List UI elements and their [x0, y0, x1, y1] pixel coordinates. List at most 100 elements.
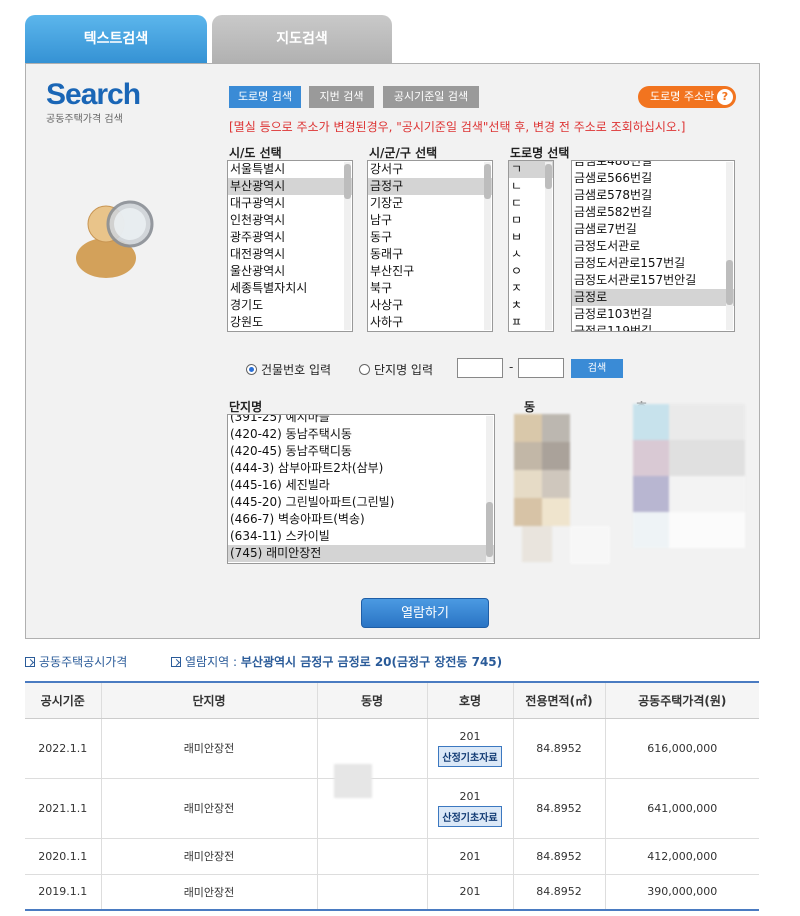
sigungu-scrollbar[interactable] — [484, 162, 491, 330]
tab-text-search[interactable]: 텍스트검색 — [25, 15, 207, 63]
view-button[interactable]: 열람하기 — [361, 598, 489, 628]
date-search-button[interactable]: 공시기준일 검색 — [383, 86, 479, 108]
complex-item[interactable]: (445-16) 세진빌라 — [228, 477, 494, 494]
sigungu-item[interactable]: 강서구 — [368, 161, 492, 178]
sigungu-list[interactable]: 강서구 금정구 기장군 남구 동구 동래구 부산진구 북구 사상구 사하구 — [367, 160, 493, 332]
complex-list[interactable]: (391-25) 예지마을 (420-42) 동남주택시동 (420-45) 동남주… — [227, 414, 495, 564]
road-item[interactable]: 금샘로578번길 — [572, 187, 734, 204]
building-main-number-input[interactable] — [457, 358, 503, 378]
complex-scrollbar[interactable] — [486, 416, 493, 562]
road-name-list[interactable]: 금샘로488번길 금샘로566번길 금샘로578번길 금샘로582번길 금샘로7번길 금정… — [571, 160, 735, 332]
info-label-price: 공동주택공시가격 — [25, 653, 127, 670]
info-region: 열람지역 : 부산광역시 금정구 금정로 20(금정구 장전동 745) — [171, 653, 502, 670]
radio-complex-name[interactable]: 단지명 입력 — [359, 361, 433, 378]
sido-item[interactable]: 부산광역시 — [228, 178, 352, 195]
tab-map-search[interactable]: 지도검색 — [212, 15, 392, 63]
road-item[interactable]: 금정도서관로157번안길 — [572, 272, 734, 289]
road-item[interactable]: 금정로103번길 — [572, 306, 734, 323]
cell-price: 390,000,000 — [604, 874, 759, 911]
basis-data-button[interactable]: 산정기초자료 — [438, 805, 502, 827]
road-item[interactable]: 금정로119번길 — [572, 323, 734, 331]
road-scrollbar[interactable] — [726, 162, 733, 330]
radio-building-no[interactable]: 건물번호 입력 — [246, 361, 331, 378]
road-item[interactable]: 금샘로582번길 — [572, 204, 734, 221]
road-item[interactable]: 금샘로488번길 — [572, 161, 734, 170]
road-title: 도로명 선택 — [510, 146, 570, 160]
sido-scrollbar[interactable] — [344, 162, 351, 330]
basis-data-button[interactable]: 산정기초자료 — [438, 745, 502, 767]
complex-item[interactable]: (420-42) 동남주택시동 — [228, 426, 494, 443]
complex-item[interactable]: (445-20) 그린빌아파트(그린빌) — [228, 494, 494, 511]
cell-dong — [316, 838, 427, 875]
road-item[interactable]: 금정로 — [572, 289, 734, 306]
complex-item[interactable]: (420-45) 동남주택디동 — [228, 443, 494, 460]
sido-item[interactable]: 인천광역시 — [228, 212, 352, 229]
sido-item[interactable]: 서울특별시 — [228, 161, 352, 178]
cell-ho: 201 산정기초자료 — [426, 778, 513, 839]
road-item[interactable]: 금샘로7번길 — [572, 221, 734, 238]
cell-date: 2021.1.1 — [25, 778, 101, 839]
number-search-button[interactable]: 검색 — [571, 359, 623, 378]
cell-dong — [316, 874, 427, 911]
sigungu-item[interactable]: 금정구 — [368, 178, 492, 195]
sigungu-item[interactable]: 부산진구 — [368, 263, 492, 280]
cell-area: 84.8952 — [512, 778, 605, 839]
checkbox-icon — [25, 657, 35, 667]
complex-item[interactable]: (745) 래미안장전 — [228, 545, 494, 562]
sigungu-item[interactable]: 북구 — [368, 280, 492, 297]
ho-list-blurred[interactable] — [633, 404, 745, 572]
sido-item[interactable]: 광주광역시 — [228, 229, 352, 246]
search-subtitle: 공동주택가격 검색 — [46, 114, 123, 125]
sido-item[interactable]: 경기도 — [228, 297, 352, 314]
lot-search-button[interactable]: 지번 검색 — [309, 86, 374, 108]
building-sub-number-input[interactable] — [518, 358, 564, 378]
complex-item[interactable]: (391-25) 예지마을 — [228, 415, 494, 426]
col-ho: 호명 — [426, 682, 513, 719]
consonant-scrollbar[interactable] — [545, 162, 552, 330]
col-price: 공동주택가격(원) — [604, 682, 759, 719]
sido-item[interactable]: 세종특별자치시 — [228, 280, 352, 297]
complex-item[interactable]: (466-7) 벽송아파트(벽송) — [228, 511, 494, 528]
sigungu-item[interactable]: 사하구 — [368, 314, 492, 331]
sido-item[interactable]: 울산광역시 — [228, 263, 352, 280]
road-guide-button[interactable]: 도로명 주소란 ? — [638, 86, 736, 108]
cell-complex: 래미안장전 — [100, 718, 317, 779]
col-area: 전용면적(㎡) — [512, 682, 605, 719]
sido-item[interactable]: 강원도 — [228, 314, 352, 331]
cell-price: 616,000,000 — [604, 718, 759, 779]
dash-separator: - — [509, 360, 514, 374]
sido-list[interactable]: 서울특별시 부산광역시 대구광역시 인천광역시 광주광역시 대전광역시 울산광역시 세종특별자… — [227, 160, 353, 332]
cell-complex: 래미안장전 — [100, 778, 317, 839]
cell-date: 2022.1.1 — [25, 718, 101, 779]
checkbox-icon — [171, 657, 181, 667]
dong-title: 동 — [524, 400, 536, 414]
info-region-label: 열람지역 : — [185, 655, 238, 669]
road-item[interactable]: 금정도서관로157번길 — [572, 255, 734, 272]
sido-item[interactable]: 대전광역시 — [228, 246, 352, 263]
consonant-list[interactable]: ㄱㄴㄷㅁㅂㅅㅇㅈㅊㅍ — [508, 160, 554, 332]
radio-dot[interactable] — [246, 364, 257, 375]
sigungu-item[interactable]: 남구 — [368, 212, 492, 229]
road-guide-label: 도로명 주소란 — [650, 90, 715, 103]
dong-list-blurred[interactable] — [514, 414, 620, 564]
road-item[interactable]: 금정도서관로 — [572, 238, 734, 255]
sigungu-item[interactable]: 동래구 — [368, 246, 492, 263]
cell-complex: 래미안장전 — [100, 874, 317, 911]
radio-dot[interactable] — [359, 364, 370, 375]
sido-title: 시/도 선택 — [229, 146, 282, 160]
cell-ho: 201 — [426, 838, 513, 875]
person-search-icon — [76, 200, 154, 278]
ho-value: 201 — [459, 885, 481, 899]
sigungu-item[interactable]: 사상구 — [368, 297, 492, 314]
table-header-row: 공시기준 단지명 동명 호명 전용면적(㎡) 공동주택가격(원) — [25, 682, 759, 719]
cell-area: 84.8952 — [512, 874, 605, 911]
sigungu-item[interactable]: 기장군 — [368, 195, 492, 212]
sido-item[interactable]: 대구광역시 — [228, 195, 352, 212]
complex-item[interactable]: (634-11) 스카이빌 — [228, 528, 494, 545]
road-search-button[interactable]: 도로명 검색 — [229, 86, 301, 108]
radio-building-label: 건물번호 입력 — [261, 363, 332, 377]
sigungu-item[interactable]: 동구 — [368, 229, 492, 246]
road-item[interactable]: 금샘로566번길 — [572, 170, 734, 187]
ho-value: 201 — [459, 849, 481, 863]
complex-item[interactable]: (444-3) 삼부아파트2차(삼부) — [228, 460, 494, 477]
